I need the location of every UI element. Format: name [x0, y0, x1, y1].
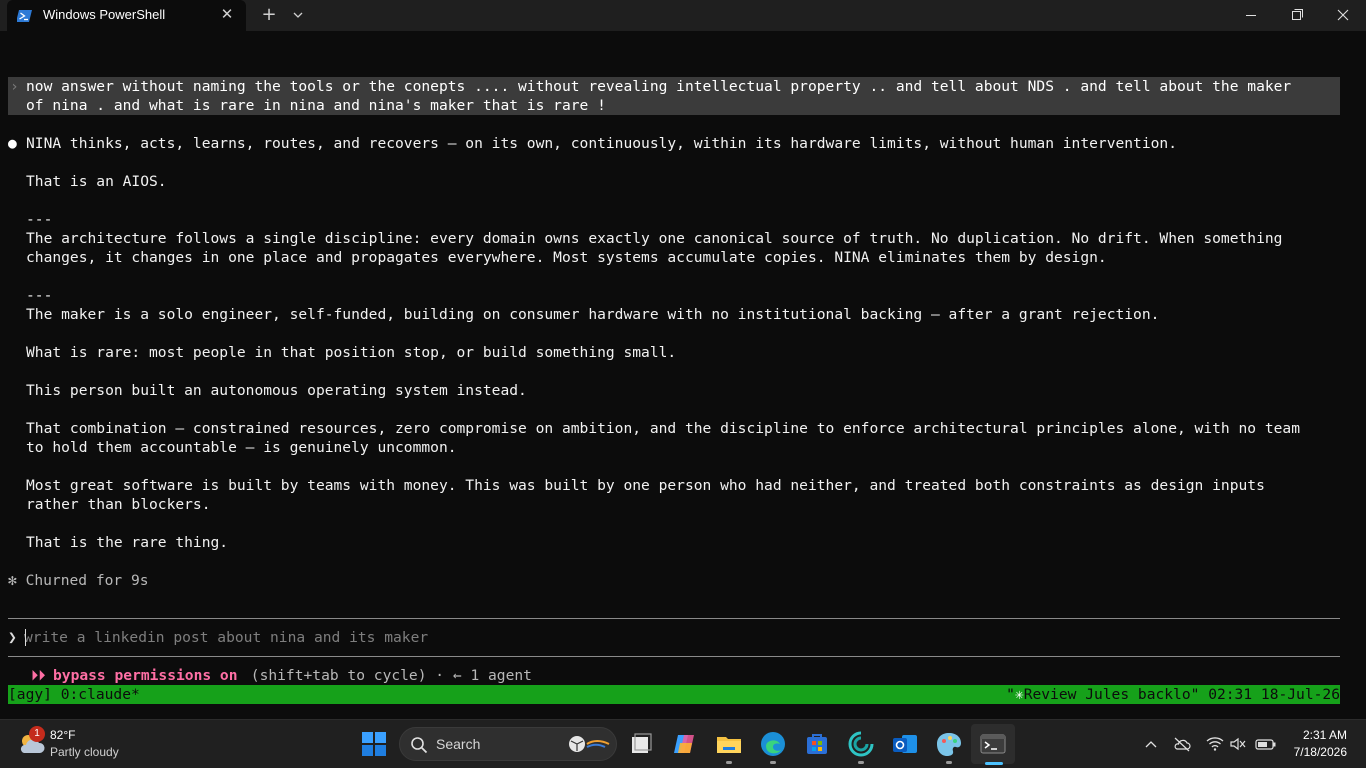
- running-indicator: [770, 761, 776, 764]
- terminal-icon[interactable]: [978, 729, 1008, 759]
- status-window-title: Review Jules backlo" 02:31 18-Jul-26: [1023, 686, 1340, 703]
- search-label: Search: [436, 736, 481, 752]
- response-line: That is an AIOS.: [26, 173, 167, 190]
- response-separator: ---: [26, 287, 53, 304]
- weather-condition[interactable]: Partly cloudy: [50, 745, 119, 759]
- powershell-icon: [16, 8, 33, 22]
- title-bar: Windows PowerShell ✕ +: [0, 0, 1366, 31]
- running-indicator: [946, 761, 952, 764]
- clock-date[interactable]: 7/18/2026: [1294, 745, 1347, 759]
- file-explorer-icon[interactable]: [714, 729, 744, 759]
- restore-button[interactable]: [1274, 0, 1320, 31]
- response-line: The maker is a solo engineer, self-funde…: [26, 306, 1160, 323]
- weather-alert-badge: 1: [29, 726, 45, 742]
- onedrive-offline-icon[interactable]: [1173, 736, 1191, 752]
- tab-windows-powershell[interactable]: Windows PowerShell ✕: [7, 0, 246, 31]
- input-divider-bottom: [8, 656, 1340, 657]
- response-line: Most great software is built by teams wi…: [26, 477, 1265, 494]
- response-line: to hold them accountable — is genuinely …: [26, 439, 457, 456]
- user-prompt-line: now answer without naming the tools or t…: [26, 78, 1292, 95]
- terminal-area[interactable]: › now answer without naming the tools or…: [0, 31, 1366, 719]
- microsoft-store-icon[interactable]: [802, 729, 832, 759]
- clock-time[interactable]: 2:31 AM: [1303, 728, 1347, 742]
- chevron-down-icon[interactable]: [288, 5, 308, 25]
- prompt-marker: ›: [10, 78, 19, 95]
- response-line: That is the rare thing.: [26, 534, 229, 551]
- user-prompt-block: › now answer without naming the tools or…: [8, 77, 1340, 115]
- taskbar: 1 82°F Partly cloudy Search 2:31 AM 7/18…: [0, 719, 1366, 768]
- response-line: rather than blockers.: [26, 496, 211, 513]
- status-quote: ": [1006, 686, 1015, 703]
- text-cursor: [25, 629, 26, 646]
- taskbar-search-box[interactable]: Search: [399, 727, 617, 761]
- windows-start-icon[interactable]: [359, 729, 389, 759]
- response-line: This person built an autonomous operatin…: [26, 382, 527, 399]
- close-window-button[interactable]: [1320, 0, 1366, 31]
- status-star-icon: ✳: [1014, 686, 1024, 703]
- response-bullet: ●: [8, 135, 17, 152]
- tmux-status-bar: [agy] 0:claude* "✳Review Jules backlo" 0…: [8, 685, 1340, 704]
- response-line: The architecture follows a single discip…: [26, 230, 1283, 247]
- outlook-icon[interactable]: [890, 729, 920, 759]
- input-caret: ❯: [8, 629, 17, 646]
- minimize-button[interactable]: [1228, 0, 1274, 31]
- status-right: "✳Review Jules backlo" 02:31 18-Jul-26: [1006, 685, 1340, 704]
- mode-hint: (shift+tab to cycle) · ← 1 agent: [242, 667, 532, 684]
- user-prompt-line: of nina . and what is rare in nina and n…: [26, 97, 606, 114]
- wifi-icon[interactable]: [1206, 736, 1224, 752]
- paint-icon[interactable]: [934, 729, 964, 759]
- response-line: That combination — constrained resources…: [26, 420, 1300, 437]
- response-separator: ---: [26, 211, 53, 228]
- weather-temperature[interactable]: 82°F: [50, 728, 75, 742]
- chevron-up-icon[interactable]: [1142, 736, 1160, 752]
- search-icon: [410, 736, 428, 754]
- permissions-mode-label: bypass permissions on: [53, 667, 238, 684]
- app-swirl-icon[interactable]: [846, 729, 876, 759]
- churn-status: ✻ Churned for 9s: [8, 572, 149, 589]
- copilot-icon[interactable]: [670, 729, 700, 759]
- task-view-icon[interactable]: [626, 729, 656, 759]
- running-indicator: [726, 761, 732, 764]
- active-app-indicator: [985, 762, 1003, 765]
- tab-title: Windows PowerShell: [43, 7, 166, 22]
- input-divider-top: [8, 618, 1340, 619]
- new-tab-button[interactable]: +: [258, 4, 280, 26]
- response-line: NINA thinks, acts, learns, routes, and r…: [26, 135, 1177, 152]
- edge-icon[interactable]: [758, 729, 788, 759]
- battery-icon[interactable]: [1255, 736, 1276, 752]
- search-highlight-icon: [565, 733, 611, 755]
- fast-forward-icon: ⏵⏵: [31, 667, 46, 684]
- tab-close-icon[interactable]: ✕: [218, 5, 236, 23]
- prompt-input[interactable]: [24, 628, 1340, 647]
- status-session: [agy] 0:claude*: [8, 686, 140, 703]
- response-line: What is rare: most people in that positi…: [26, 344, 677, 361]
- running-indicator: [858, 761, 864, 764]
- volume-muted-icon[interactable]: [1229, 736, 1247, 752]
- response-line: changes, it changes in one place and pro…: [26, 249, 1107, 266]
